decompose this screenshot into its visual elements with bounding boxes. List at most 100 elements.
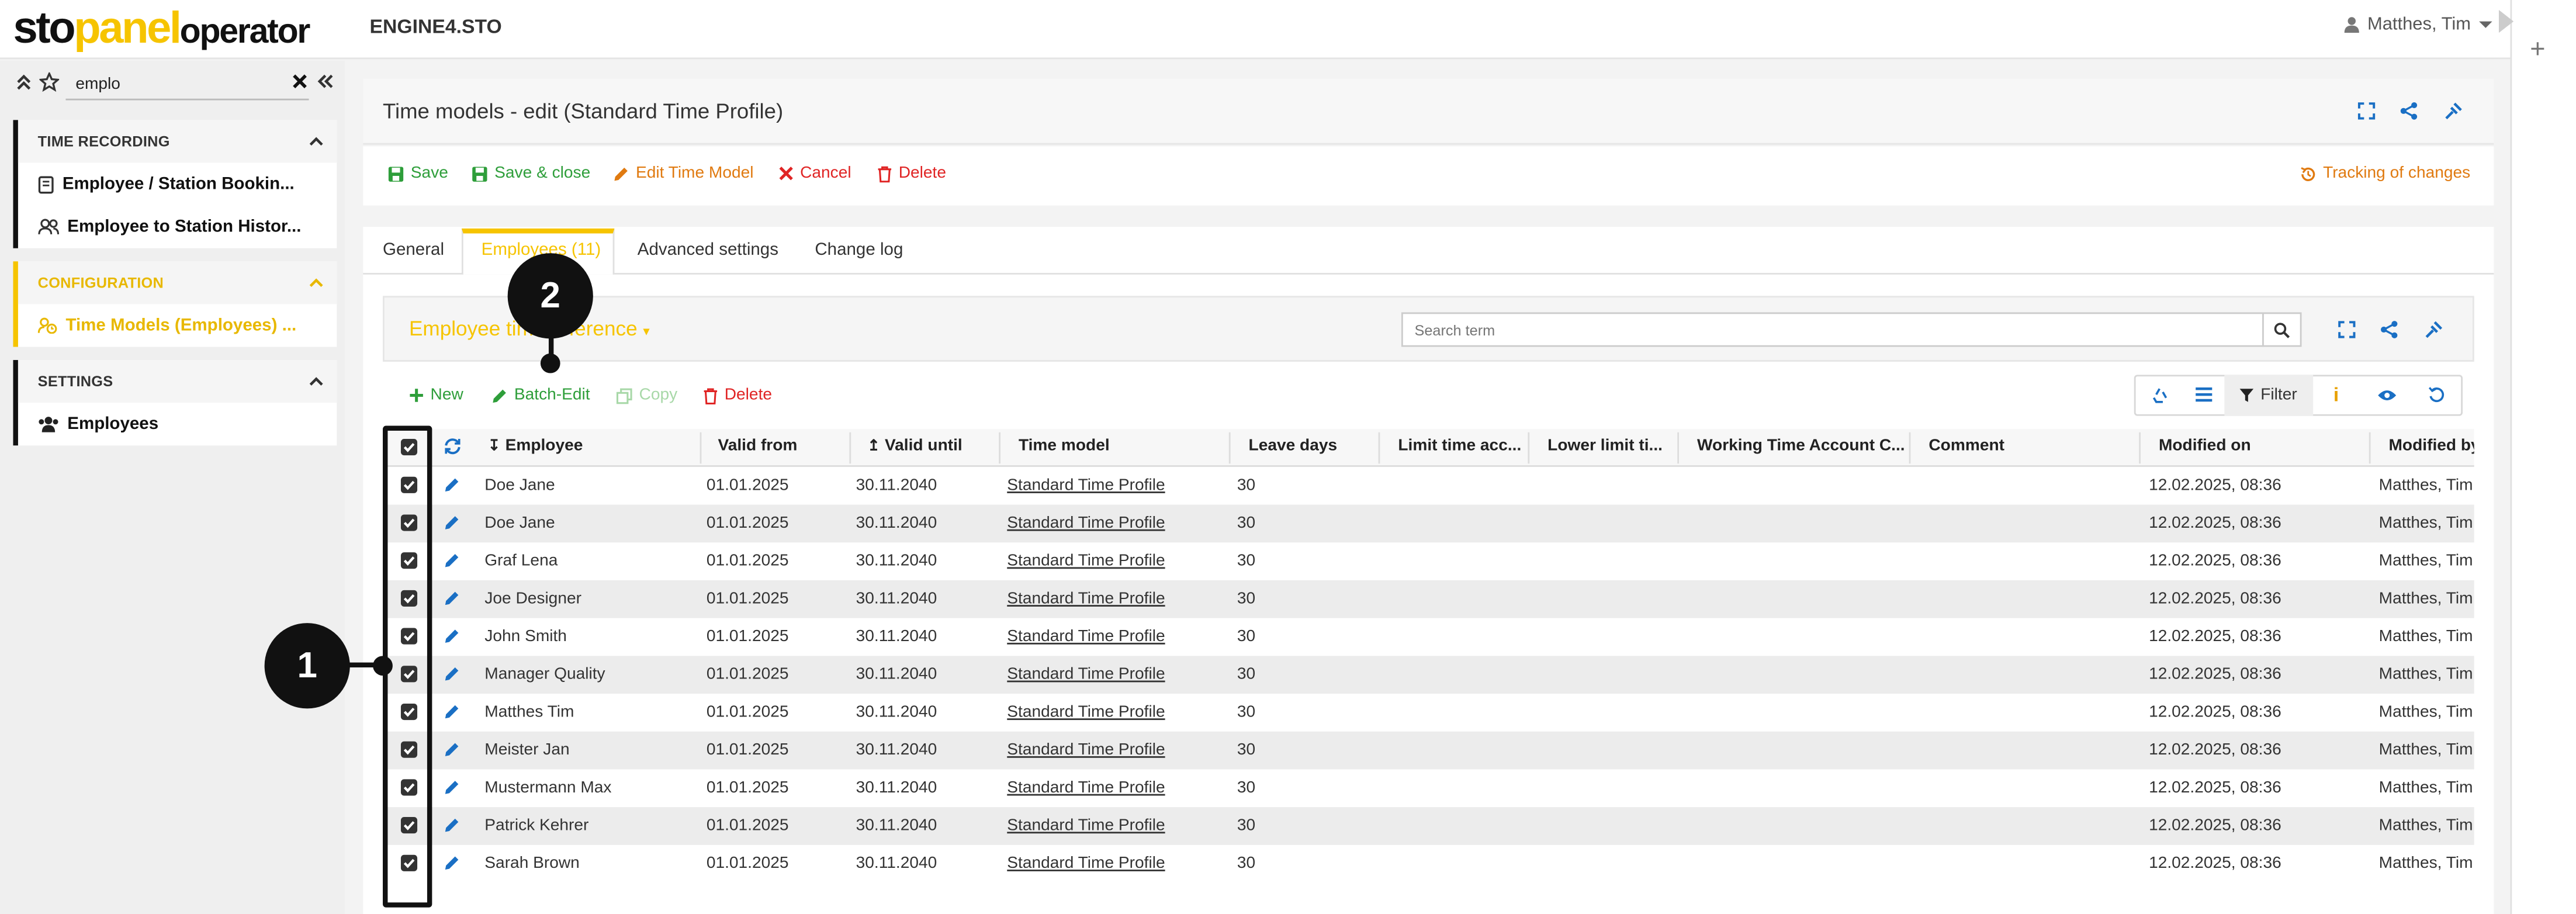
right-side-panel (2510, 0, 2576, 914)
tracking-of-changes-button[interactable]: Tracking of changes (2300, 164, 2470, 182)
favorites-icon[interactable] (39, 72, 60, 92)
column-time-model[interactable]: Time model (1019, 437, 1110, 455)
cell-time-model-link[interactable]: Standard Time Profile (1007, 704, 1165, 722)
info-icon[interactable]: i (2325, 383, 2348, 406)
table-row[interactable]: Graf Lena 01.01.2025 30.11.2040 Standard Ti… (383, 542, 2474, 580)
cell-time-model-link[interactable]: Standard Time Profile (1007, 779, 1165, 797)
edit-row-icon[interactable] (444, 552, 460, 569)
refresh-icon[interactable] (444, 437, 462, 455)
table-row[interactable]: Doe Jane 01.01.2025 30.11.2040 Standard Tim… (383, 504, 2474, 543)
column-employee[interactable]: ↧ Employee (488, 437, 583, 455)
edit-time-model-button[interactable]: Edit Time Model (613, 164, 754, 182)
edit-row-icon[interactable] (444, 779, 460, 795)
column-working-time-account[interactable]: Working Time Account C... (1697, 437, 1905, 455)
edit-row-icon[interactable] (444, 855, 460, 871)
column-leave-days[interactable]: Leave days (1249, 437, 1338, 455)
column-limit-time-account[interactable]: Limit time acc... (1398, 437, 1521, 455)
collapse-sidebar-icon[interactable] (317, 74, 334, 89)
sidebar-search-input[interactable] (65, 69, 309, 101)
copy-button[interactable]: Copy (616, 386, 677, 404)
cell-time-model-link[interactable]: Standard Time Profile (1007, 855, 1165, 873)
save-close-button[interactable]: Save & close (472, 164, 590, 182)
fullscreen-icon[interactable] (2357, 102, 2376, 120)
cell-time-model-link[interactable]: Standard Time Profile (1007, 590, 1165, 608)
edit-row-icon[interactable] (444, 742, 460, 758)
column-lower-limit[interactable]: Lower limit ti... (1547, 437, 1663, 455)
search-button[interactable] (2262, 312, 2302, 347)
pin-icon[interactable] (2445, 102, 2463, 120)
edit-row-icon[interactable] (444, 590, 460, 607)
cell-time-model-link[interactable]: Standard Time Profile (1007, 817, 1165, 835)
edit-row-icon[interactable] (444, 477, 460, 493)
delete-button[interactable]: Delete (877, 164, 946, 182)
sidebar-item-time-models[interactable]: Time Models (Employees) ... (18, 304, 337, 347)
cell-time-model-link[interactable]: Standard Time Profile (1007, 742, 1165, 760)
cell-modified-by: Matthes, Tim (2378, 779, 2473, 798)
table-row[interactable]: John Smith 01.01.2025 30.11.2040 Standard T… (383, 618, 2474, 656)
tenant-name: ENGINE4.STO (369, 15, 502, 38)
sidebar-section-settings: SETTINGS Employees (13, 360, 337, 446)
sidebar-item-employees[interactable]: Employees (18, 403, 337, 445)
table-row[interactable]: Matthes Tim 01.01.2025 30.11.2040 Standard … (383, 694, 2474, 732)
collapse-all-icon[interactable] (16, 74, 31, 91)
section-header[interactable]: CONFIGURATION (18, 261, 337, 304)
app-logo[interactable]: stopaneloperator (13, 2, 310, 59)
collapse-right-icon[interactable] (2498, 9, 2514, 33)
filter-button[interactable]: Filter (2239, 386, 2297, 404)
tab-change-log[interactable]: Change log (815, 240, 903, 260)
column-valid-until[interactable]: ↥ Valid until (867, 437, 962, 455)
table-row[interactable]: Sarah Brown 01.01.2025 30.11.2040 Standard … (383, 845, 2474, 883)
add-panel-icon[interactable]: + (2530, 36, 2545, 66)
delete-rows-button[interactable]: Delete (703, 386, 772, 404)
section-title: SETTINGS (37, 373, 113, 390)
cancel-label: Cancel (800, 164, 851, 183)
table-row[interactable]: Patrick Kehrer 01.01.2025 30.11.2040 Standa… (383, 807, 2474, 845)
fullscreen-icon[interactable] (2335, 317, 2357, 340)
share-icon[interactable] (2400, 102, 2418, 120)
batch-edit-button[interactable]: Batch-Edit (491, 386, 590, 404)
cell-time-model-link[interactable]: Standard Time Profile (1007, 552, 1165, 570)
section-header[interactable]: SETTINGS (18, 360, 337, 403)
cell-time-model-link[interactable]: Standard Time Profile (1007, 514, 1165, 532)
recycle-icon[interactable] (2147, 383, 2170, 406)
pin-icon[interactable] (2422, 317, 2445, 340)
cell-modified-by: Matthes, Tim (2378, 703, 2473, 722)
column-modified-on[interactable]: Modified on (2159, 437, 2251, 455)
table-row[interactable]: Joe Designer 01.01.2025 30.11.2040 Standard… (383, 580, 2474, 618)
plus-icon (410, 389, 423, 402)
filter-icon (2239, 389, 2254, 402)
reset-icon[interactable] (2425, 383, 2447, 406)
tab-general[interactable]: General (383, 240, 444, 260)
edit-row-icon[interactable] (444, 514, 460, 531)
user-clock-icon (37, 317, 57, 334)
cancel-button[interactable]: Cancel (779, 164, 851, 182)
cell-modified-on: 12.02.2025, 08:36 (2149, 817, 2281, 835)
edit-row-icon[interactable] (444, 666, 460, 682)
cell-time-model-link[interactable]: Standard Time Profile (1007, 666, 1165, 684)
user-menu[interactable]: Matthes, Tim (2344, 15, 2492, 34)
sidebar-item-station-bookings[interactable]: Employee / Station Bookin... (18, 162, 337, 205)
sidebar-item-station-history[interactable]: Employee to Station Histor... (18, 206, 337, 248)
tab-advanced-settings[interactable]: Advanced settings (638, 240, 778, 260)
eye-icon[interactable] (2376, 383, 2398, 406)
column-modified-by[interactable]: Modified by (2389, 437, 2474, 455)
new-button[interactable]: New (409, 386, 463, 404)
column-comment[interactable]: Comment (1928, 437, 2004, 455)
section-header[interactable]: TIME RECORDING (18, 120, 337, 163)
table-row[interactable]: Meister Jan 01.01.2025 30.11.2040 Standard … (383, 731, 2474, 770)
list-icon[interactable] (2191, 383, 2214, 406)
cell-time-model-link[interactable]: Standard Time Profile (1007, 477, 1165, 495)
table-row[interactable]: Mustermann Max 01.01.2025 30.11.2040 Standa… (383, 769, 2474, 807)
search-input[interactable] (1401, 312, 2264, 347)
clear-search-icon[interactable] (292, 74, 307, 89)
table-row[interactable]: Doe Jane 01.01.2025 30.11.2040 Standard Tim… (383, 467, 2474, 505)
share-icon[interactable] (2377, 317, 2400, 340)
edit-row-icon[interactable] (444, 628, 460, 645)
cell-modified-on: 12.02.2025, 08:36 (2149, 779, 2281, 798)
edit-row-icon[interactable] (444, 704, 460, 720)
save-button[interactable]: Save (387, 164, 448, 182)
edit-row-icon[interactable] (444, 817, 460, 833)
column-valid-from[interactable]: Valid from (718, 437, 798, 455)
table-row[interactable]: Manager Quality 01.01.2025 30.11.2040 Stand… (383, 656, 2474, 694)
cell-time-model-link[interactable]: Standard Time Profile (1007, 628, 1165, 646)
